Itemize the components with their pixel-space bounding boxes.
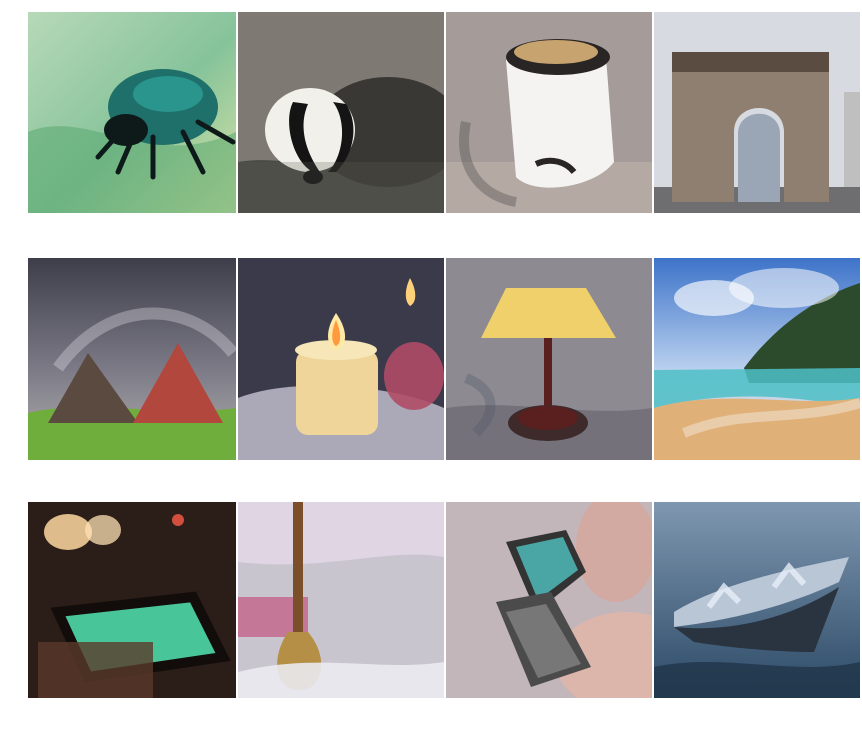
tile-toaster: [446, 12, 652, 213]
barn-image: [28, 258, 236, 460]
triumphal-arch-image: [654, 12, 860, 213]
table-lamp-image: [446, 258, 652, 460]
tile-pool-table: [28, 502, 236, 698]
tile-triumphal-arch: [654, 12, 860, 213]
beetle-image: [28, 12, 236, 213]
tile-barn: [28, 258, 236, 460]
tile-aircraft-carrier: [654, 502, 860, 698]
toaster-image: [446, 12, 652, 213]
tile-broom: [238, 502, 444, 698]
image-grid: [0, 0, 862, 756]
tile-table-lamp: [446, 258, 652, 460]
candle-image: [238, 258, 444, 460]
aircraft-carrier-image: [654, 502, 860, 698]
tile-mobile-phone: [446, 502, 652, 698]
pool-table-image: [28, 502, 236, 698]
broom-image: [238, 502, 444, 698]
tile-beetle: [28, 12, 236, 213]
beach-image: [654, 258, 860, 460]
mobile-phone-image: [446, 502, 652, 698]
badger-image: [238, 12, 444, 213]
tile-candle: [238, 258, 444, 460]
tile-beach: [654, 258, 860, 460]
tile-badger: [238, 12, 444, 213]
